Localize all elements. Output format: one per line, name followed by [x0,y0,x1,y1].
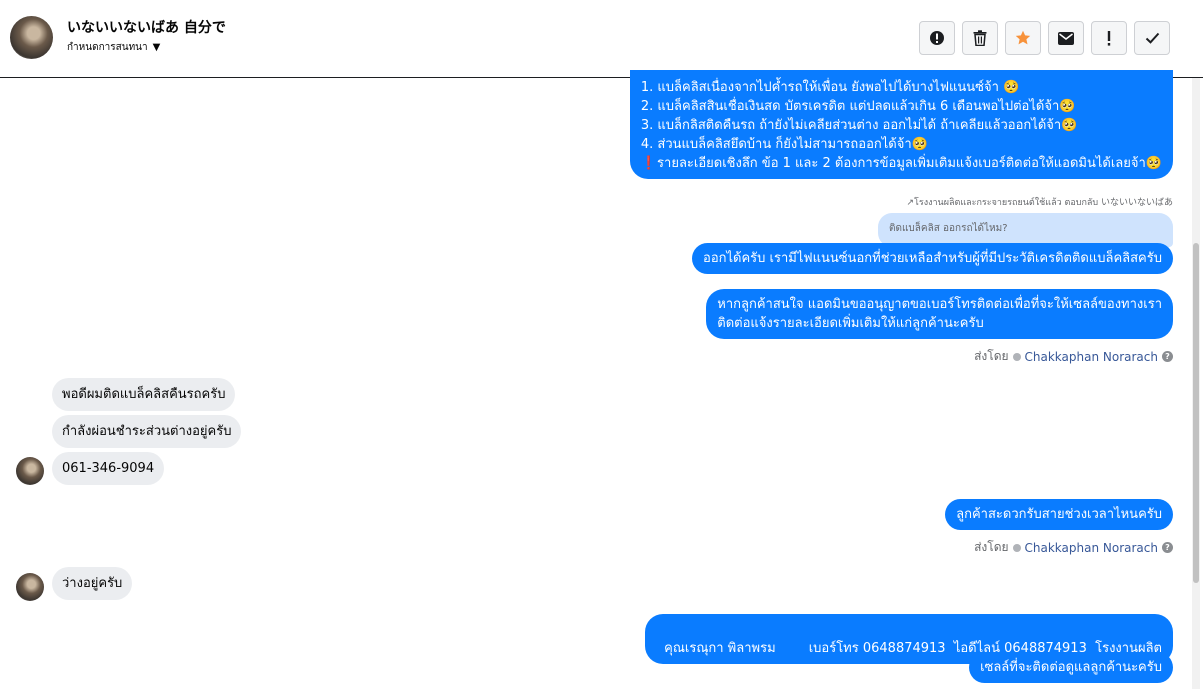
message-text: 061-346-9094 [62,461,155,476]
sent-by-text: ส่งโดย [974,540,1009,554]
message-text: ลูกค้าสะดวกรับสายช่วงเวลาไหนครับ [956,507,1162,522]
message-text: ว่างอยู่ครับ [62,576,123,591]
message-line: ติดต่อแจ้งรายละเอียดเพิ่มเติมให้แก่ลูกค้… [717,316,984,331]
page-badge-icon [1012,352,1021,361]
message-text: พอดีผมติดแบล็คลิสคืนรถครับ [62,387,226,402]
message-bubble-incoming[interactable]: 061-346-9094 [52,452,165,485]
trash-icon [973,30,987,46]
done-button[interactable] [1134,21,1170,55]
message-line: ❗รายละเอียดเชิงลึก ข้อ 1 และ 2 ต้องการข้… [640,156,1162,171]
help-icon[interactable]: ? [1162,351,1173,362]
check-icon [1145,32,1159,44]
message-line: 4. ส่วนแบล็คลิสยึดบ้าน ก็ยังไม่สามารถออก… [640,137,928,152]
message-bubble-outgoing[interactable]: ลูกค้าสะดวกรับสายช่วงเวลาไหนครับ [945,499,1173,530]
message-list-scrollbar[interactable] [1192,78,1200,689]
contact-avatar[interactable] [16,457,44,485]
agent-name[interactable]: Chakkaphan Norarach [1025,350,1158,364]
message-bubble-outgoing[interactable]: ออกได้ครับ เรามีไฟแนนซ์นอกที่ช่วยเหลือสำ… [692,243,1173,274]
contact-name[interactable]: いないいないばあ 自分で [67,17,226,37]
message-line: 3. แบล็กลิสติดคืนรถ ถ้ายังไม่เคลียส่วนต่… [640,118,1078,133]
message-text: กำลังผ่อนชำระส่วนต่างอยู่ครับ [62,424,232,439]
help-icon[interactable]: ? [1162,542,1173,553]
envelope-icon [1058,31,1074,45]
scrollbar-thumb[interactable] [1193,243,1199,583]
spam-button[interactable] [919,21,955,55]
page-badge-icon [1012,543,1021,552]
conversation-header: いないいないばあ 自分で กำหนดการสนทนา ▼ [0,0,1203,78]
message-text: ออกได้ครับ เรามีไฟแนนซ์นอกที่ช่วยเหลือสำ… [703,251,1162,266]
sent-by-label: ส่งโดย Chakkaphan Norarach ? [974,538,1173,557]
contact-avatar[interactable] [16,573,44,601]
exclamation-icon [1107,30,1111,46]
contact-avatar[interactable] [10,16,53,59]
priority-button[interactable] [1091,21,1127,55]
agent-name[interactable]: Chakkaphan Norarach [1025,541,1158,555]
mark-unread-button[interactable] [1048,21,1084,55]
delete-button[interactable] [962,21,998,55]
message-bubble-incoming[interactable]: ว่างอยู่ครับ [52,567,133,600]
conversation-schedule-dropdown[interactable]: กำหนดการสนทนา ▼ [67,40,160,55]
star-button[interactable] [1005,21,1041,55]
star-icon [1015,30,1031,45]
quoted-message[interactable]: ติดแบล็คลิส ออกรถได้ไหม? [878,213,1173,247]
message-bubble-outgoing[interactable]: หากลูกค้าสนใจ แอดมินขออนุญาตขอเบอร์โทรติ… [706,289,1173,339]
message-text: เซลล์ที่จะติดต่อดูแลลูกค้านะครับ [980,660,1162,675]
message-line: 1. แบล็คลิสเนื่องจากไปค้ำรถให้เพื่อน ยัง… [640,80,1020,95]
message-line: 2. แบล็คลิสสินเชื่อเงินสด บัตรเครดิต แต่… [640,99,1076,114]
message-bubble-incoming[interactable]: พอดีผมติดแบล็คลิสคืนรถครับ [52,378,236,411]
message-line: หากลูกค้าสนใจ แอดมินขออนุญาตขอเบอร์โทรติ… [717,297,1162,312]
sent-by-label: ส่งโดย Chakkaphan Norarach ? [974,347,1173,366]
sent-by-text: ส่งโดย [974,349,1009,363]
message-bubble-incoming[interactable]: กำลังผ่อนชำระส่วนต่างอยู่ครับ [52,415,242,448]
conversation-schedule-label: กำหนดการสนทนา [67,42,148,53]
chevron-down-icon: ▼ [152,42,161,53]
message-bubble-outgoing[interactable]: เซลล์ที่จะติดต่อดูแลลูกค้านะครับ [969,652,1173,683]
message-bubble-outgoing[interactable]: 1. แบล็คลิสเนื่องจากไปค้ำรถให้เพื่อน ยัง… [629,70,1173,179]
alert-circle-icon [930,31,944,45]
reply-context-label: ↗โรงงานผลิตและกระจายรถยนต์ใช้แล้ว ตอบกลั… [906,198,1174,208]
